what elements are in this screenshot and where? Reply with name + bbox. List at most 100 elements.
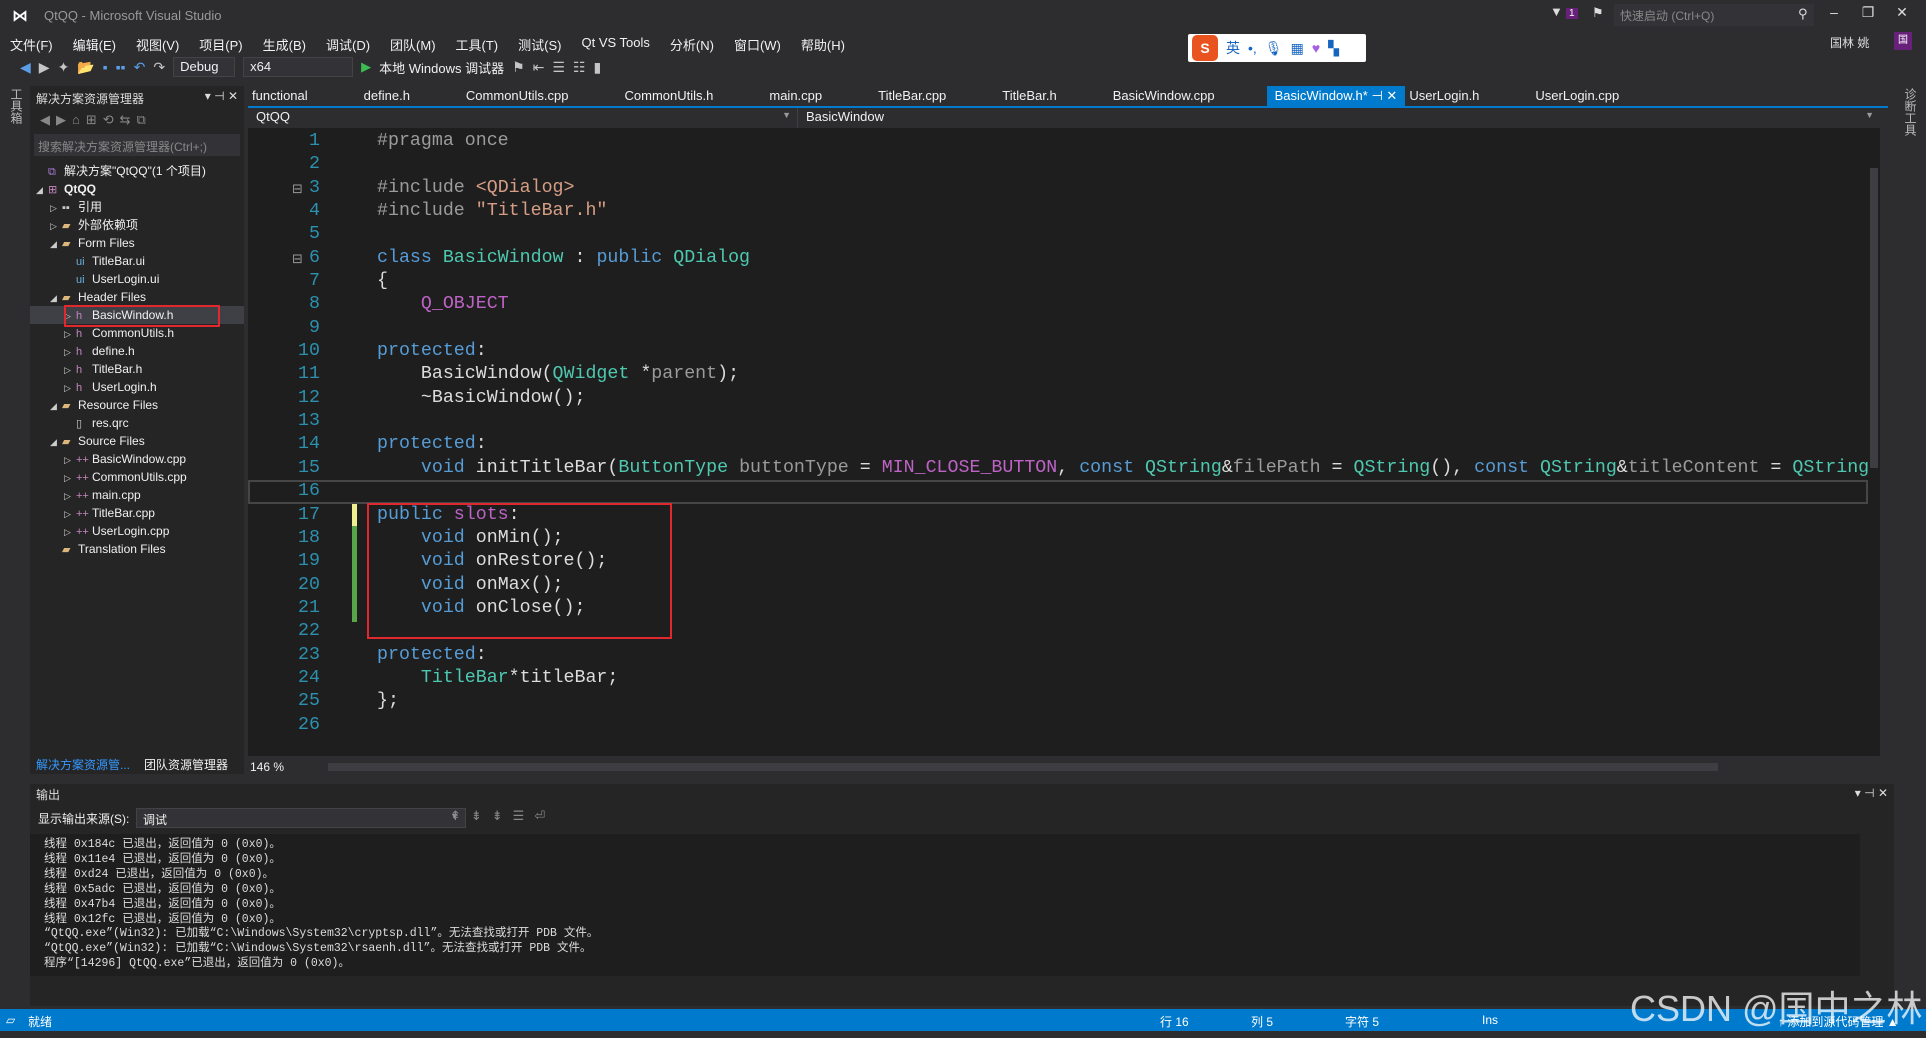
tree-item[interactable]: ▯ res.qrc	[30, 414, 244, 432]
code-lines[interactable]: 1 #pragma once 2 3 #include <QDialog> 4 #inclu…	[248, 130, 1880, 737]
code-line[interactable]: 16	[248, 480, 1868, 504]
insert-mode[interactable]: Ins	[1482, 1013, 1498, 1027]
platform-select[interactable]: x64	[243, 57, 354, 77]
uncomment-icon[interactable]: ☷	[573, 59, 586, 76]
microphone-icon[interactable]: 🎙	[1265, 40, 1283, 57]
notification-badge[interactable]: 1	[1566, 8, 1578, 19]
menu-item[interactable]: 测试(S)	[508, 32, 571, 54]
tree-item[interactable]: ui TitleBar.ui	[30, 252, 244, 270]
code-line[interactable]: 5	[248, 223, 1868, 246]
tab-titlebar-cpp[interactable]: TitleBar.cpp	[874, 86, 960, 106]
diagnostics-strip[interactable]: 诊断工具	[1894, 84, 1926, 784]
expand-toggle-icon[interactable]: ◢	[50, 289, 62, 307]
code-line[interactable]: 24 TitleBar*titleBar;	[248, 667, 1868, 690]
play-icon[interactable]: ▶	[361, 59, 371, 75]
indent-icon[interactable]: ⇤	[533, 59, 545, 76]
expand-toggle-icon[interactable]: ▷	[64, 325, 76, 343]
tab-functional[interactable]: functional	[248, 86, 322, 106]
toolbox-strip[interactable]: 工具箱	[0, 84, 28, 1004]
tree-item[interactable]: ▷ ++ main.cpp	[30, 486, 244, 504]
code-line[interactable]: 25};	[248, 690, 1868, 713]
tab-main-cpp[interactable]: main.cpp	[765, 86, 836, 106]
horizontal-scrollbar[interactable]	[248, 758, 1880, 776]
tree-item[interactable]: ▷ h UserLogin.h	[30, 378, 244, 396]
tree-item[interactable]: ◢ ▰ Header Files	[30, 288, 244, 306]
ime-mode[interactable]: 英	[1226, 38, 1240, 58]
tree-item[interactable]: ▷ h define.h	[30, 342, 244, 360]
code-line[interactable]: 11 BasicWindow(QWidget *parent);	[248, 363, 1868, 386]
menu-item[interactable]: 编辑(E)	[63, 32, 126, 54]
back-icon[interactable]: ◀	[20, 59, 31, 76]
expand-toggle-icon[interactable]: ▷	[50, 199, 62, 217]
minimize-button[interactable]: –	[1822, 4, 1846, 20]
code-line[interactable]: 26	[248, 714, 1868, 737]
expand-toggle-icon[interactable]: ▷	[64, 487, 76, 505]
tree-item[interactable]: ui UserLogin.ui	[30, 270, 244, 288]
code-line[interactable]: 7{	[248, 270, 1868, 293]
tree-item[interactable]: ◢ ▰ Source Files	[30, 432, 244, 450]
code-editor[interactable]: 1 #pragma once 2 3 #include <QDialog> 4 #inclu…	[248, 128, 1880, 756]
punctuation-icon[interactable]: •,	[1248, 40, 1257, 56]
menu-item[interactable]: 分析(N)	[660, 32, 724, 54]
tree-item[interactable]: ▷ ++ CommonUtils.cpp	[30, 468, 244, 486]
apps-grid-icon[interactable]: ▚	[1328, 40, 1339, 57]
fold-toggle-icon[interactable]: ⊟	[292, 251, 303, 267]
tab-basicwindow-cpp[interactable]: BasicWindow.cpp	[1109, 86, 1229, 106]
menu-item[interactable]: 视图(V)	[126, 32, 189, 54]
code-line[interactable]: 14 protected:	[248, 433, 1868, 456]
menu-item[interactable]: 文件(F)	[0, 32, 63, 54]
vertical-scrollbar[interactable]	[1868, 128, 1880, 748]
menu-item[interactable]: 窗口(W)	[724, 32, 791, 54]
scrollbar-thumb[interactable]	[328, 763, 1718, 771]
expand-toggle-icon[interactable]: ▷	[50, 217, 62, 235]
fold-toggle-icon[interactable]: ⊟	[292, 181, 303, 197]
code-line[interactable]: 23 protected:	[248, 644, 1868, 667]
tree-item[interactable]: ◢ ▰ Resource Files	[30, 396, 244, 414]
expand-toggle-icon[interactable]: ▷	[64, 523, 76, 541]
tree-item[interactable]: ▰ Translation Files	[30, 540, 244, 558]
find-icon[interactable]: ⚑	[512, 59, 525, 76]
code-line[interactable]: 4 #include "TitleBar.h"	[248, 200, 1868, 223]
code-line[interactable]: 1 #pragma once	[248, 130, 1868, 153]
avatar[interactable]: 国	[1894, 32, 1912, 50]
comment-icon[interactable]: ☰	[552, 59, 565, 76]
save-icon[interactable]: ▪	[103, 59, 108, 75]
configuration-select[interactable]: Debug	[173, 57, 236, 77]
user-name[interactable]: 国林 姚	[1830, 34, 1869, 51]
scrollbar-thumb[interactable]	[1870, 168, 1878, 468]
quick-launch-input[interactable]: 快速启动 (Ctrl+Q)	[1614, 4, 1814, 26]
search-icon[interactable]: ⚲	[1798, 6, 1808, 22]
output-source-select[interactable]: 调试 ▼	[136, 808, 466, 828]
notifications-filter-icon[interactable]: ▼	[1550, 4, 1563, 19]
code-line[interactable]: 2	[248, 153, 1868, 176]
expand-toggle-icon[interactable]: ▷	[64, 361, 76, 379]
panel-controls[interactable]: ▾ ⊣ ✕	[205, 89, 238, 103]
expand-toggle-icon[interactable]: ▷	[64, 451, 76, 469]
tab-userlogin-h[interactable]: UserLogin.h	[1405, 86, 1493, 106]
tree-item[interactable]: ⧉ 解决方案"QtQQ"(1 个项目)	[30, 162, 244, 180]
expand-toggle-icon[interactable]: ◢	[50, 235, 62, 253]
solution-search-input[interactable]: 搜索解决方案资源管理器(Ctrl+;)	[34, 134, 240, 156]
feedback-icon[interactable]: ⚑	[1592, 5, 1604, 21]
tab-userlogin-cpp[interactable]: UserLogin.cpp	[1531, 86, 1633, 106]
menu-item[interactable]: 团队(M)	[380, 32, 446, 54]
code-line[interactable]: 12 ~BasicWindow();	[248, 387, 1868, 410]
tree-item[interactable]: ▷ ++ BasicWindow.cpp	[30, 450, 244, 468]
keyboard-icon[interactable]: ▦	[1291, 40, 1304, 57]
menu-item[interactable]: 项目(P)	[189, 32, 252, 54]
tab-basicwindow-h-[interactable]: BasicWindow.h* ⊣ ✕	[1266, 86, 1406, 106]
code-line[interactable]: 10 protected:	[248, 340, 1868, 363]
tab-solution-explorer[interactable]: 解决方案资源管...	[36, 756, 130, 776]
tree-item[interactable]: ◢ ▰ Form Files	[30, 234, 244, 252]
forward-icon[interactable]: ▶	[39, 59, 50, 76]
expand-toggle-icon[interactable]: ▷	[64, 379, 76, 397]
new-project-icon[interactable]: ✦	[58, 59, 70, 76]
tree-item[interactable]: ▷ h TitleBar.h	[30, 360, 244, 378]
code-line[interactable]: 6 class BasicWindow : public QDialog	[248, 247, 1868, 270]
tab-team-explorer[interactable]: 团队资源管理器	[144, 756, 228, 776]
expand-toggle-icon[interactable]: ◢	[50, 397, 62, 415]
code-line[interactable]: 9	[248, 317, 1868, 340]
tab-define-h[interactable]: define.h	[360, 86, 424, 106]
expand-toggle-icon[interactable]: ▷	[64, 505, 76, 523]
code-line[interactable]: 3 #include <QDialog>	[248, 177, 1868, 200]
